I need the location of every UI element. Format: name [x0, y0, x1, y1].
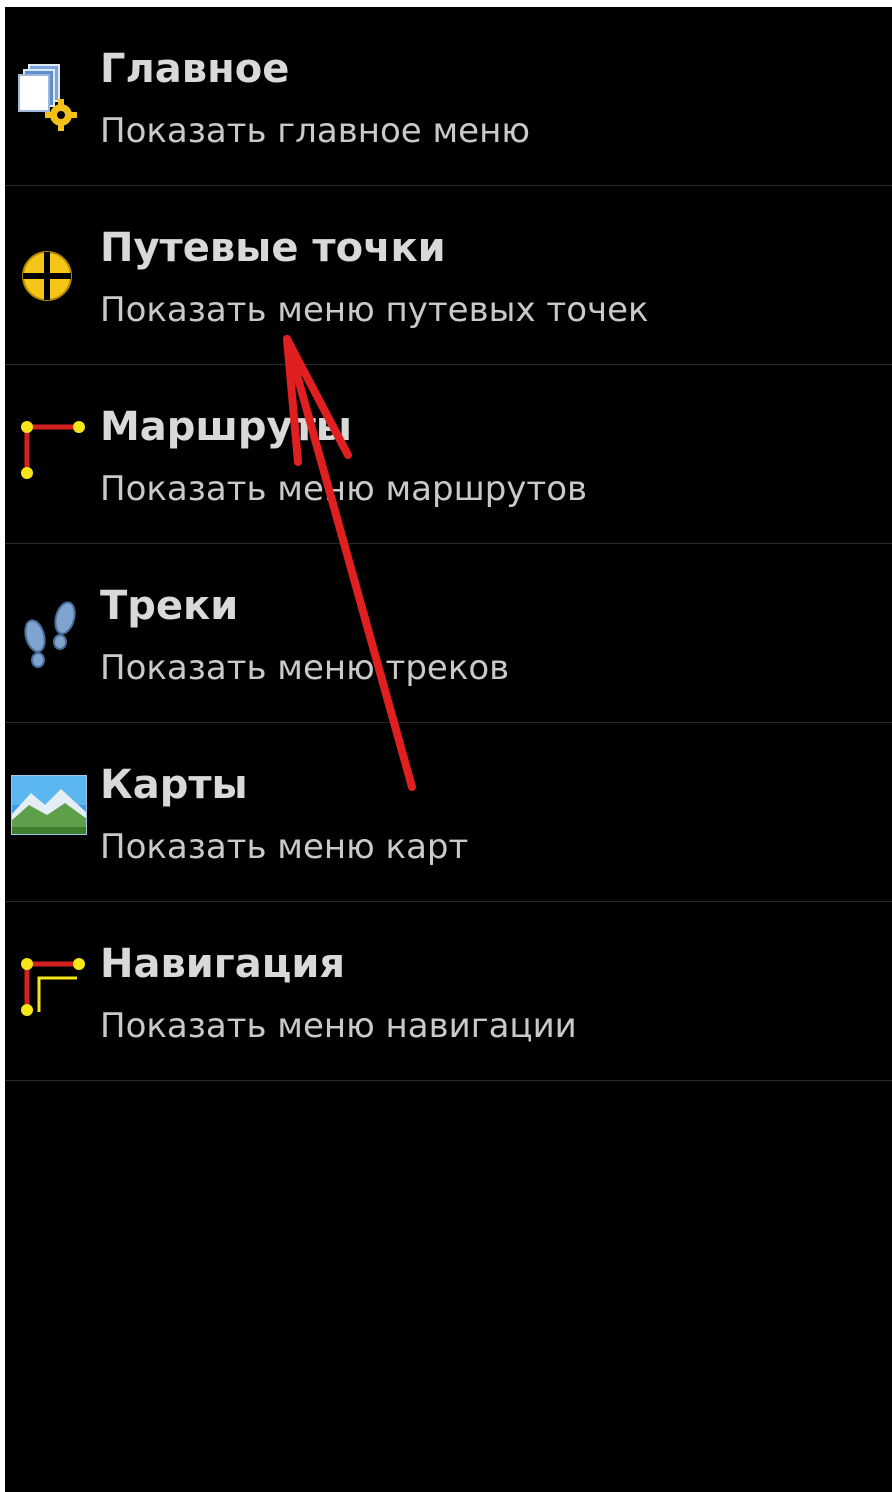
navigation-icon [13, 950, 89, 1026]
menu-item-subtitle: Показать меню путевых точек [100, 290, 649, 330]
waypoint-icon [17, 246, 77, 306]
menu-screen: Главное Показать главное меню Путевые то… [5, 7, 892, 1492]
menu-item-title: Треки [100, 583, 239, 629]
main-menu-list: Главное Показать главное меню Путевые то… [5, 7, 892, 1081]
menu-item-title: Навигация [100, 941, 346, 987]
main-menu-icon [13, 59, 89, 135]
menu-item-title: Главное [100, 46, 290, 92]
menu-item-subtitle: Показать меню треков [100, 648, 510, 688]
menu-item-title: Маршруты [100, 404, 352, 450]
menu-item-main[interactable]: Главное Показать главное меню [5, 7, 892, 186]
menu-item-subtitle: Показать меню маршрутов [100, 469, 588, 509]
route-icon [13, 413, 89, 489]
menu-item-title: Карты [100, 762, 248, 808]
menu-item-maps[interactable]: Карты Показать меню карт [5, 723, 892, 902]
menu-item-tracks[interactable]: Треки Показать меню треков [5, 544, 892, 723]
menu-item-subtitle: Показать меню навигации [100, 1006, 577, 1046]
menu-item-title: Путевые точки [100, 225, 446, 271]
map-landscape-icon [11, 775, 87, 835]
menu-item-subtitle: Показать меню карт [100, 827, 469, 867]
menu-item-waypoints[interactable]: Путевые точки Показать меню путевых точе… [5, 186, 892, 365]
footprints-icon [13, 596, 89, 672]
menu-item-navigation[interactable]: Навигация Показать меню навигации [5, 902, 892, 1081]
menu-item-routes[interactable]: Маршруты Показать меню маршрутов [5, 365, 892, 544]
menu-item-subtitle: Показать главное меню [100, 111, 530, 151]
